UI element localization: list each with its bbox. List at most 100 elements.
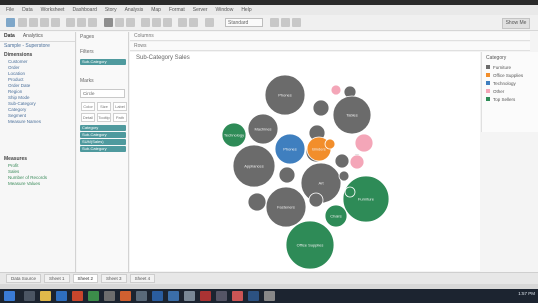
menu-item[interactable]: Server <box>193 5 208 15</box>
taskbar-app-icon[interactable] <box>200 291 211 301</box>
bubble[interactable] <box>349 154 365 170</box>
bubble-circle[interactable] <box>338 170 350 182</box>
browser-icon[interactable] <box>56 291 67 301</box>
datasource-item[interactable]: Sample - Superstore <box>0 42 75 51</box>
legend-item[interactable]: Office Supplies <box>482 71 538 79</box>
bubble[interactable]: Fasteners <box>265 186 307 228</box>
menu-item[interactable]: Dashboard <box>72 5 96 15</box>
taskbar-app-icon[interactable] <box>216 291 227 301</box>
sheet-tab[interactable]: Data Source <box>6 274 42 283</box>
tab-analytics[interactable]: Analytics <box>19 32 47 41</box>
clear-sheet-icon[interactable] <box>88 18 97 27</box>
mark-pill[interactable]: Sub-Category <box>80 146 126 152</box>
sheet-tab[interactable]: Sheet 1 <box>44 274 70 283</box>
menu-item[interactable]: Worksheet <box>41 5 65 15</box>
save-icon[interactable] <box>40 18 49 27</box>
excel-icon[interactable] <box>88 291 99 301</box>
bubble-circle[interactable] <box>354 133 374 153</box>
menu-item[interactable]: Data <box>22 5 33 15</box>
fit-dropdown[interactable]: Standard <box>225 18 263 27</box>
tableau-taskbar-icon[interactable] <box>168 291 179 301</box>
share-icon[interactable] <box>281 18 290 27</box>
bubble[interactable] <box>324 138 336 150</box>
mark-pill[interactable]: Sub-Category <box>80 132 126 138</box>
measure-field[interactable]: Measure Values <box>0 181 75 187</box>
taskbar-app-icon[interactable] <box>248 291 259 301</box>
sheet-tab[interactable]: Sheet 2 <box>72 274 99 283</box>
legend-item[interactable]: Top Sellers <box>482 95 538 103</box>
taskbar-app-icon[interactable] <box>264 291 275 301</box>
presentation-icon[interactable] <box>205 18 214 27</box>
legend-item[interactable]: Other <box>482 87 538 95</box>
bubble[interactable] <box>330 84 342 96</box>
bubble[interactable]: Appliances <box>232 144 276 188</box>
bubble[interactable]: Furniture <box>342 175 390 223</box>
bubble-circle[interactable] <box>312 99 330 117</box>
bubble[interactable]: Office Supplies <box>285 220 335 270</box>
bubble-circle[interactable] <box>330 84 342 96</box>
bubble[interactable] <box>338 170 350 182</box>
sort-descending-icon[interactable] <box>126 18 135 27</box>
redo-icon[interactable] <box>29 18 38 27</box>
filter-pill[interactable]: Sub-Category <box>80 59 126 65</box>
mark-button[interactable]: Label <box>113 102 127 111</box>
bubble[interactable] <box>308 192 324 208</box>
mark-pill[interactable]: Category <box>80 125 126 131</box>
bubble[interactable]: Machines <box>247 113 279 145</box>
bubble[interactable]: Chairs <box>324 204 348 228</box>
bubble[interactable]: Phones <box>264 74 306 116</box>
sheet-tab[interactable]: Sheet 4 <box>129 274 156 283</box>
word-icon[interactable] <box>152 291 163 301</box>
menu-item[interactable]: Story <box>105 5 117 15</box>
menu-item[interactable]: Window <box>216 5 234 15</box>
mark-button[interactable]: Path <box>113 113 127 122</box>
taskbar-app-icon[interactable] <box>24 291 35 301</box>
bubble[interactable] <box>312 99 330 117</box>
mark-button[interactable]: Detail <box>81 113 95 122</box>
legend-item[interactable]: Technology <box>482 79 538 87</box>
menu-item[interactable]: Map <box>151 5 161 15</box>
office-app-icon[interactable] <box>72 291 83 301</box>
bubble[interactable] <box>334 153 350 169</box>
menu-item[interactable]: File <box>6 5 14 15</box>
tooltip-icon[interactable] <box>189 18 198 27</box>
highlight-icon[interactable] <box>178 18 187 27</box>
undo-icon[interactable] <box>18 18 27 27</box>
swap-icon[interactable] <box>104 18 113 27</box>
start-icon[interactable] <box>4 291 15 301</box>
bubble[interactable]: Technology <box>221 122 247 148</box>
bubble-circle[interactable] <box>344 186 356 198</box>
file-explorer-icon[interactable] <box>40 291 51 301</box>
bubble-circle[interactable] <box>278 166 296 184</box>
show-cards-icon[interactable] <box>270 18 279 27</box>
legend-item[interactable]: Furniture <box>482 63 538 71</box>
presentation-mode-icon[interactable] <box>292 18 301 27</box>
new-sheet-icon[interactable] <box>66 18 75 27</box>
bubble-circle[interactable] <box>247 192 267 212</box>
powerpoint-icon[interactable] <box>120 291 131 301</box>
fix-axes-icon[interactable] <box>163 18 172 27</box>
bubble-circle[interactable] <box>308 192 324 208</box>
bubble[interactable] <box>278 166 296 184</box>
mark-button[interactable]: Color <box>81 102 95 111</box>
labels-icon[interactable] <box>152 18 161 27</box>
group-icon[interactable] <box>141 18 150 27</box>
sort-ascending-icon[interactable] <box>115 18 124 27</box>
show-me-button[interactable]: Show Me <box>502 18 530 29</box>
mark-pill[interactable]: SUM(Sales) <box>80 139 126 145</box>
menu-item[interactable]: Format <box>169 5 185 15</box>
bubble-circle[interactable] <box>324 138 336 150</box>
bubble[interactable] <box>344 186 356 198</box>
new-datasource-icon[interactable] <box>51 18 60 27</box>
bubble[interactable] <box>354 133 374 153</box>
taskbar-app-icon[interactable] <box>136 291 147 301</box>
mark-button[interactable]: Size <box>97 102 111 111</box>
bubble[interactable]: Phones <box>274 133 306 165</box>
bubble[interactable]: Tables <box>332 95 372 135</box>
taskbar-app-icon[interactable] <box>184 291 195 301</box>
tab-data[interactable]: Data <box>0 32 19 41</box>
bubble[interactable] <box>247 192 267 212</box>
menu-item[interactable]: Help <box>241 5 251 15</box>
bubble-circle[interactable] <box>334 153 350 169</box>
rows-shelf[interactable]: Rows <box>130 42 530 51</box>
